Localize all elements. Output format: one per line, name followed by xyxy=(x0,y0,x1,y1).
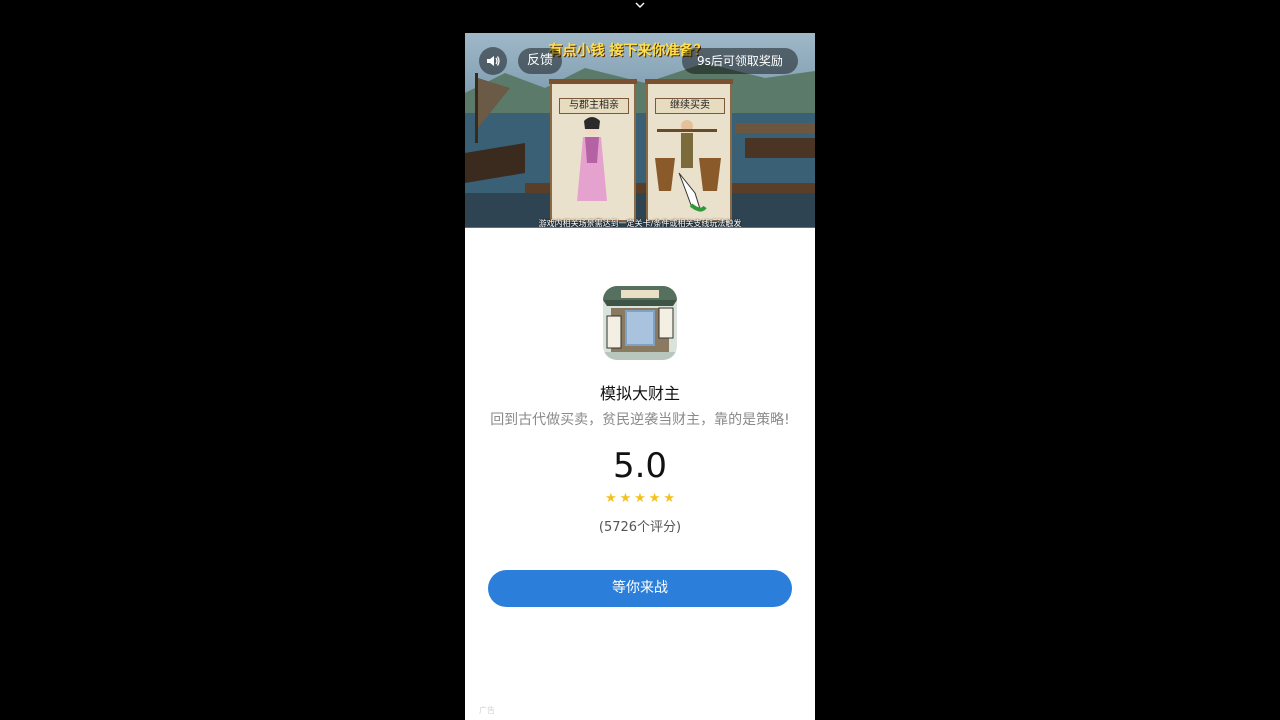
option-right-label: 继续买卖 xyxy=(655,98,725,114)
review-count: (5726个评分) xyxy=(598,520,682,535)
video-progress-fill xyxy=(465,227,815,228)
star-icon: ★ xyxy=(605,491,617,506)
video-progress-bar xyxy=(465,227,815,228)
ad-card: 与郡主相亲 继续买卖 有点小钱 接下来你准备？ 游戏内相关场景需达到一定关卡/条… xyxy=(465,33,815,720)
speaker-icon xyxy=(487,56,500,66)
video-player[interactable]: 与郡主相亲 继续买卖 有点小钱 接下来你准备？ 游戏内相关场景需达到一定关卡/条… xyxy=(465,33,815,228)
star-icon: ★ xyxy=(663,491,675,506)
chevron-down-icon[interactable] xyxy=(634,0,646,10)
app-icon[interactable] xyxy=(603,286,677,360)
app-name: 模拟大财主 xyxy=(599,384,680,403)
ad-label: 广告 xyxy=(479,706,495,715)
app-description: 回到古代做买卖，贫民逆袭当财主，靠的是策略! xyxy=(490,412,790,428)
shop-building-icon xyxy=(603,286,677,360)
play-now-button[interactable]: 等你来战 xyxy=(488,570,792,607)
rating-stars: ★ ★ ★ ★ ★ xyxy=(605,492,675,506)
sound-toggle-button[interactable] xyxy=(479,47,507,75)
reward-countdown: 9s后可领取奖励 xyxy=(682,48,798,74)
star-icon: ★ xyxy=(619,491,632,506)
option-left-label: 与郡主相亲 xyxy=(559,98,629,114)
star-icon: ★ xyxy=(648,491,661,506)
star-icon: ★ xyxy=(634,491,646,506)
rating-score: 5.0 xyxy=(612,446,668,486)
feedback-button[interactable]: 反馈 xyxy=(518,48,563,74)
